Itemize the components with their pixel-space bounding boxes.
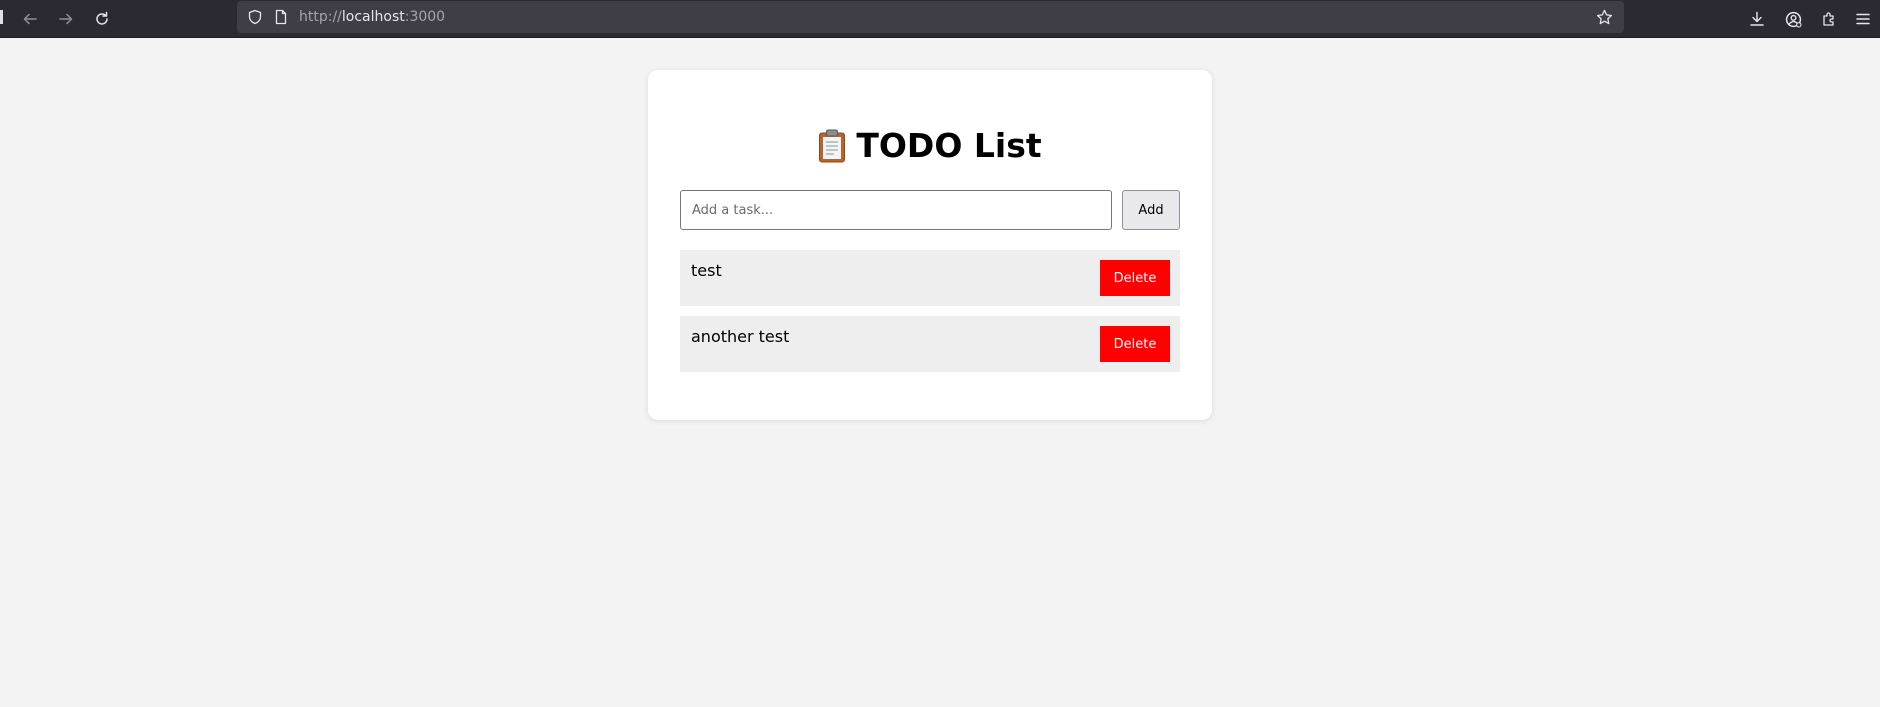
clipboard-icon: [819, 129, 846, 163]
account-button[interactable]: [1779, 5, 1807, 33]
app-menu-button[interactable]: [1849, 5, 1877, 33]
delete-button[interactable]: Delete: [1100, 260, 1170, 296]
url-bar[interactable]: http://localhost:3000: [237, 1, 1624, 33]
browser-toolbar: http://localhost:3000: [0, 0, 1880, 38]
account-icon: [1785, 11, 1801, 27]
star-icon: [1596, 9, 1612, 24]
url-host: localhost: [341, 9, 405, 25]
shield-icon: [248, 9, 262, 25]
back-button[interactable]: [16, 5, 44, 33]
extensions-button[interactable]: [1815, 5, 1843, 33]
add-button[interactable]: Add: [1122, 190, 1180, 230]
url-scheme: http://: [299, 9, 342, 25]
url-text[interactable]: http://localhost:3000: [299, 8, 445, 26]
page-icon: [275, 9, 287, 25]
download-icon: [1750, 11, 1764, 26]
puzzle-icon: [1823, 12, 1834, 26]
arrow-left-icon: [23, 13, 37, 25]
todo-text: another test: [691, 327, 790, 346]
reload-button[interactable]: [88, 5, 116, 33]
todo-list: test Delete another test Delete: [680, 250, 1180, 382]
todo-card: TODO List Add test Delete another test D…: [648, 70, 1212, 420]
arrow-right-icon: [59, 13, 73, 25]
hamburger-menu-icon: [1856, 13, 1870, 25]
reload-icon: [96, 11, 108, 25]
todo-text: test: [691, 261, 722, 280]
todo-item: another test Delete: [680, 316, 1180, 372]
downloads-button[interactable]: [1743, 5, 1771, 33]
bookmark-button[interactable]: [1594, 7, 1614, 27]
site-info-button[interactable]: [245, 7, 265, 27]
page-info-button[interactable]: [271, 7, 291, 27]
forward-button[interactable]: [52, 5, 80, 33]
todo-item: test Delete: [680, 250, 1180, 306]
url-port: :3000: [404, 9, 446, 25]
new-task-input[interactable]: [680, 190, 1112, 230]
page-title: TODO List: [648, 126, 1212, 166]
delete-button[interactable]: Delete: [1100, 326, 1170, 362]
title-text: TODO List: [856, 126, 1042, 165]
tab-edge: [0, 10, 3, 24]
